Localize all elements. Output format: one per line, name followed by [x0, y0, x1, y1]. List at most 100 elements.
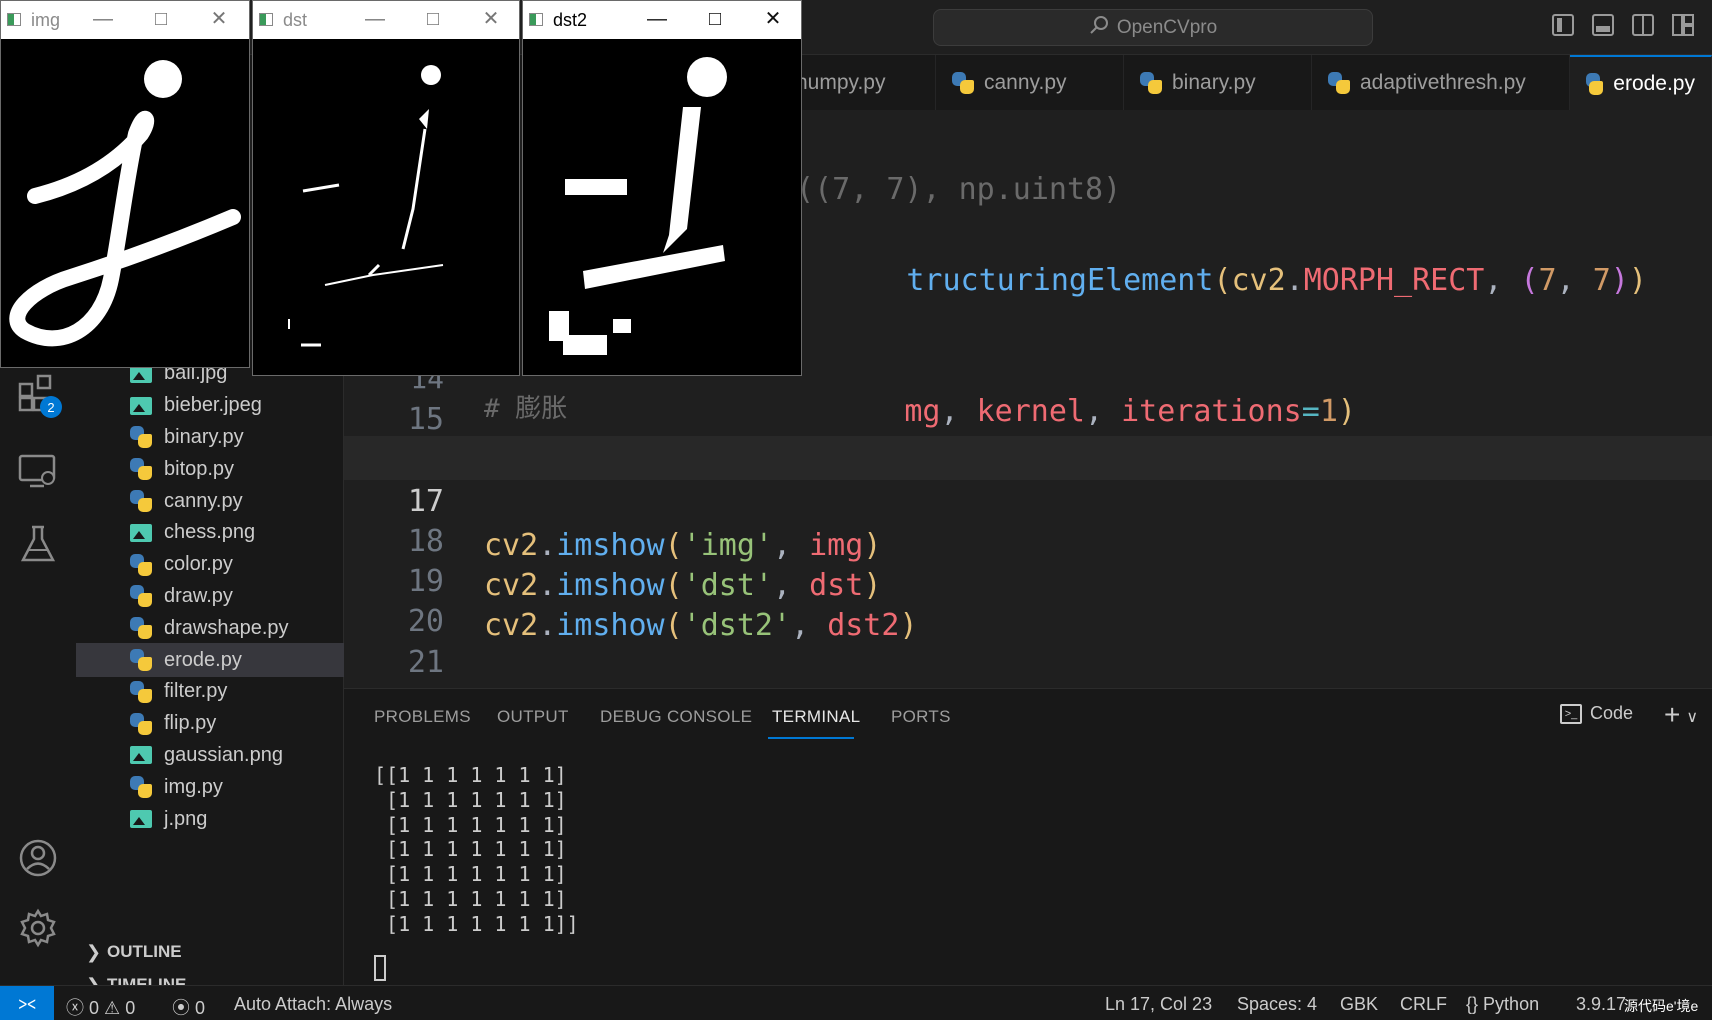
terminal-line: [1 1 1 1 1 1 1]	[374, 812, 567, 837]
file-item[interactable]: draw.py	[76, 579, 344, 613]
new-terminal-button[interactable]: + ∨	[1664, 699, 1698, 731]
python-file-icon	[130, 680, 152, 703]
testing-flask-icon[interactable]	[18, 524, 58, 564]
tab-terminal[interactable]: TERMINAL	[772, 707, 860, 727]
line-ending[interactable]: CRLF	[1400, 994, 1447, 1015]
accounts-icon[interactable]	[18, 838, 58, 878]
warning-count: 0	[125, 998, 136, 1018]
tab-output[interactable]: OUTPUT	[497, 707, 569, 727]
warning-icon: ⚠	[104, 998, 121, 1018]
tab-problems[interactable]: PROBLEMS	[374, 707, 471, 727]
file-item[interactable]: flip.py	[76, 707, 344, 741]
terminal-shell-selector[interactable]: >_ Code	[1560, 703, 1633, 724]
file-item[interactable]: j.png	[76, 802, 344, 836]
python-file-icon	[130, 712, 152, 735]
image-canvas-dst2	[549, 57, 727, 355]
maximize-button[interactable]: □	[421, 7, 445, 31]
file-item[interactable]: binary.py	[76, 420, 344, 454]
chevron-right-icon: ❯	[86, 941, 102, 962]
minimize-button[interactable]: —	[91, 7, 115, 31]
search-text: OpenCVpro	[1116, 16, 1218, 38]
tab-label: adaptivethresh.py	[1360, 70, 1526, 94]
python-file-icon	[1586, 72, 1604, 95]
tab-numpy[interactable]: numpy.py	[780, 55, 936, 110]
file-item[interactable]: color.py	[76, 548, 344, 582]
tab-debug-console[interactable]: DEBUG CONSOLE	[600, 707, 752, 727]
image-window-img[interactable]: img — □ ✕	[0, 0, 250, 368]
file-name: drawshape.py	[164, 616, 289, 639]
ports-status[interactable]: ⦿ 0	[172, 994, 205, 1020]
close-button[interactable]: ✕	[479, 7, 503, 31]
encoding[interactable]: GBK	[1340, 994, 1378, 1015]
file-item[interactable]: chess.png	[76, 516, 344, 550]
python-file-icon	[130, 426, 152, 449]
tab-ports[interactable]: PORTS	[891, 707, 951, 727]
python-file-icon	[1328, 71, 1350, 94]
search-icon	[1089, 15, 1109, 41]
language-mode[interactable]: {} Python	[1466, 994, 1539, 1015]
image-window-dst[interactable]: dst — □ ✕	[252, 0, 520, 376]
auto-attach-status[interactable]: Auto Attach: Always	[234, 994, 392, 1015]
ports-count: 0	[195, 998, 206, 1018]
window-titlebar[interactable]: dst2 — □ ✕	[523, 1, 801, 39]
window-titlebar[interactable]: img — □ ✕	[1, 1, 249, 39]
outline-section[interactable]: ❯ OUTLINE	[76, 935, 344, 969]
terminal-line: [[1 1 1 1 1 1 1]	[374, 763, 567, 787]
terminal-line: [1 1 1 1 1 1 1]	[374, 837, 567, 862]
remote-indicator-button[interactable]: ⪥	[0, 986, 54, 1020]
file-name: color.py	[164, 553, 233, 576]
terminal-cursor	[374, 955, 386, 981]
python-file-icon	[130, 553, 152, 576]
maximize-button[interactable]: □	[149, 7, 173, 31]
python-file-icon	[1140, 71, 1162, 94]
window-title: img	[31, 10, 61, 30]
file-item[interactable]: canny.py	[76, 484, 344, 518]
code-line-current: 17 cv2.imshow('img', img)	[344, 436, 1712, 563]
tab-erode[interactable]: erode.py	[1570, 55, 1712, 110]
file-item[interactable]: bieber.jpeg	[76, 389, 344, 423]
broadcast-icon: ⦿	[172, 998, 190, 1018]
minimize-button[interactable]: —	[363, 7, 387, 31]
bottom-panel: PROBLEMS OUTPUT DEBUG CONSOLE TERMINAL P…	[344, 688, 1712, 985]
minimize-button[interactable]: —	[645, 7, 669, 31]
problems-status[interactable]: ⓧ 0 ⚠ 0	[66, 994, 135, 1020]
cursor-position[interactable]: Ln 17, Col 23	[1105, 994, 1212, 1015]
settings-gear-icon[interactable]	[18, 908, 58, 948]
toggle-primary-sidebar-icon[interactable]	[1552, 14, 1574, 36]
close-button[interactable]: ✕	[207, 7, 231, 31]
file-item[interactable]: bitop.py	[76, 452, 344, 486]
file-name: binary.py	[164, 425, 244, 448]
command-center-search[interactable]: OpenCVpro	[933, 9, 1373, 46]
file-item[interactable]: img.py	[76, 770, 344, 804]
tab-label: numpy.py	[796, 70, 886, 94]
file-name: chess.png	[164, 521, 256, 544]
window-title: dst	[283, 10, 308, 30]
tab-adaptivethresh[interactable]: adaptivethresh.py	[1312, 55, 1570, 110]
braces-icon: {}	[1466, 994, 1479, 1014]
customize-layout-icon[interactable]	[1672, 14, 1694, 36]
toggle-secondary-sidebar-icon[interactable]	[1632, 14, 1654, 36]
image-window-dst2[interactable]: dst2 — □ ✕	[522, 0, 802, 376]
python-file-icon	[130, 649, 152, 671]
tab-label: erode.py	[1613, 71, 1695, 95]
file-item[interactable]: drawshape.py	[76, 611, 344, 645]
python-file-icon	[130, 458, 152, 481]
explorer-sidebar: affine.pyball.jpgbieber.jpegbinary.pybit…	[76, 331, 344, 995]
file-item[interactable]: gaussian.png	[76, 738, 344, 772]
close-button[interactable]: ✕	[761, 7, 785, 31]
error-count: 0	[89, 998, 100, 1018]
file-item[interactable]: erode.py	[76, 643, 344, 677]
indentation[interactable]: Spaces: 4	[1237, 994, 1317, 1015]
remote-explorer-icon[interactable]	[18, 452, 58, 492]
window-titlebar[interactable]: dst — □ ✕	[253, 1, 519, 39]
tab-canny[interactable]: canny.py	[936, 55, 1124, 110]
file-item[interactable]: filter.py	[76, 675, 344, 709]
terminal-icon: >_	[1560, 703, 1582, 724]
chevron-down-icon[interactable]: ∨	[1686, 709, 1698, 726]
tab-binary[interactable]: binary.py	[1124, 55, 1312, 110]
file-name: gaussian.png	[164, 743, 283, 766]
maximize-button[interactable]: □	[703, 7, 727, 31]
window-title: dst2	[553, 10, 588, 30]
python-interpreter[interactable]: 3.9.17	[1576, 994, 1626, 1015]
toggle-panel-icon[interactable]	[1592, 14, 1614, 36]
